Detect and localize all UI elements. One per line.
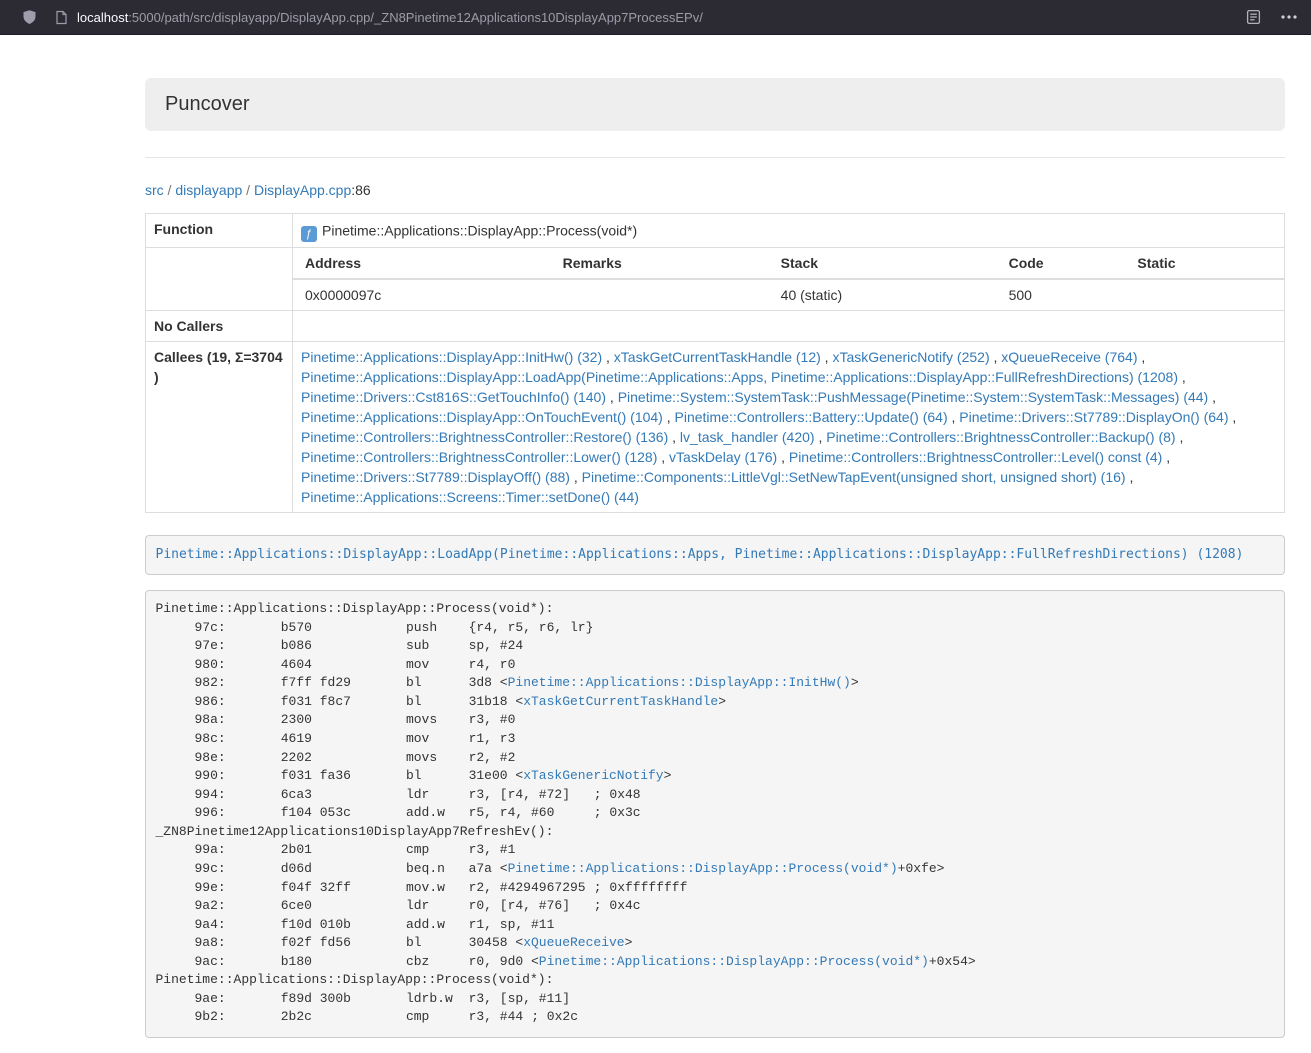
callees-label: Callees (19, Σ=3704 ) bbox=[146, 342, 293, 513]
callee-link[interactable]: lv_task_handler (420) bbox=[680, 429, 815, 445]
callee-link[interactable]: Pinetime::Applications::DisplayApp::Load… bbox=[301, 369, 1178, 385]
col-remarks: Remarks bbox=[551, 248, 769, 279]
callee-link[interactable]: Pinetime::Controllers::BrightnessControl… bbox=[301, 449, 657, 465]
url-path: :5000/path/src/displayapp/DisplayApp.cpp… bbox=[128, 10, 703, 25]
breadcrumb-link[interactable]: DisplayApp.cpp bbox=[254, 182, 351, 198]
metrics-row-spacer bbox=[146, 248, 293, 311]
breadcrumb-link[interactable]: src bbox=[145, 182, 164, 198]
function-table: Function ƒPinetime::Applications::Displa… bbox=[145, 213, 1285, 513]
cell-static bbox=[1125, 279, 1284, 310]
menu-icon[interactable] bbox=[1281, 15, 1297, 19]
metrics-header-row: Address Remarks Stack Code Static bbox=[293, 248, 1284, 279]
callee-link[interactable]: xTaskGetCurrentTaskHandle (12) bbox=[614, 349, 821, 365]
callee-link[interactable]: Pinetime::Applications::DisplayApp::Init… bbox=[301, 349, 602, 365]
callee-link[interactable]: Pinetime::Drivers::St7789::DisplayOff() … bbox=[301, 469, 570, 485]
symbol-link[interactable]: Pinetime::Applications::DisplayApp::Init… bbox=[508, 675, 851, 690]
callee-link[interactable]: xTaskGenericNotify (252) bbox=[832, 349, 989, 365]
page-icon[interactable] bbox=[55, 10, 68, 25]
breadcrumb: src / displayapp / DisplayApp.cpp:86 bbox=[145, 180, 1285, 200]
highlighted-symbol-link[interactable]: Pinetime::Applications::DisplayApp::Load… bbox=[156, 547, 1244, 562]
function-name: Pinetime::Applications::DisplayApp::Proc… bbox=[322, 222, 637, 238]
no-callers-cell bbox=[293, 311, 1285, 342]
no-callers-row: No Callers bbox=[146, 311, 1285, 342]
reader-mode-icon[interactable] bbox=[1246, 9, 1261, 25]
function-icon: ƒ bbox=[301, 226, 317, 242]
browser-chrome: localhost:5000/path/src/displayapp/Displ… bbox=[0, 0, 1311, 35]
symbol-link[interactable]: xTaskGetCurrentTaskHandle bbox=[523, 694, 718, 709]
url-bar[interactable]: localhost:5000/path/src/displayapp/Displ… bbox=[77, 10, 703, 25]
callee-link[interactable]: Pinetime::Drivers::St7789::DisplayOn() (… bbox=[959, 409, 1228, 425]
function-row: Function ƒ Pinetime::Applications::Displa… bbox=[146, 214, 1285, 248]
cell-remarks bbox=[551, 279, 769, 310]
callee-link[interactable]: Pinetime::Controllers::BrightnessControl… bbox=[301, 429, 668, 445]
callee-link[interactable]: Pinetime::Applications::Screens::Timer::… bbox=[301, 489, 639, 505]
shield-icon[interactable] bbox=[22, 9, 37, 25]
highlighted-symbol: Pinetime::Applications::DisplayApp::Load… bbox=[145, 535, 1285, 575]
no-callers-label: No Callers bbox=[146, 311, 293, 342]
callee-link[interactable]: Pinetime::Applications::DisplayApp::OnTo… bbox=[301, 409, 663, 425]
symbol-link[interactable]: xQueueReceive bbox=[523, 935, 624, 950]
callee-link[interactable]: Pinetime::Controllers::BrightnessControl… bbox=[789, 449, 1162, 465]
col-code: Code bbox=[997, 248, 1126, 279]
cell-stack: 40 (static) bbox=[769, 279, 997, 310]
callee-link[interactable]: Pinetime::Components::LittleVgl::SetNewT… bbox=[582, 469, 1126, 485]
col-stack: Stack bbox=[769, 248, 997, 279]
callee-link[interactable]: Pinetime::Controllers::Battery::Update()… bbox=[675, 409, 948, 425]
disassembly-code: Pinetime::Applications::DisplayApp::Proc… bbox=[156, 601, 976, 1024]
metrics-table: Address Remarks Stack Code Static 0x0000… bbox=[293, 248, 1284, 310]
callee-link[interactable]: xQueueReceive (764) bbox=[1001, 349, 1137, 365]
url-host: localhost bbox=[77, 10, 128, 25]
callee-link[interactable]: vTaskDelay (176) bbox=[669, 449, 777, 465]
col-static: Static bbox=[1125, 248, 1284, 279]
table-row: 0x0000097c 40 (static) 500 bbox=[293, 279, 1284, 310]
cell-address: 0x0000097c bbox=[293, 279, 551, 310]
col-address: Address bbox=[293, 248, 551, 279]
callee-link[interactable]: Pinetime::Controllers::BrightnessControl… bbox=[826, 429, 1175, 445]
metrics-row: Address Remarks Stack Code Static 0x0000… bbox=[146, 248, 1285, 311]
divider bbox=[145, 157, 1285, 158]
callees-row: Callees (19, Σ=3704 ) Pinetime::Applicat… bbox=[146, 342, 1285, 513]
page-container: Puncover src / displayapp / DisplayApp.c… bbox=[145, 78, 1285, 1038]
cell-code: 500 bbox=[997, 279, 1126, 310]
breadcrumb-link[interactable]: displayapp bbox=[175, 182, 242, 198]
symbol-link[interactable]: xTaskGenericNotify bbox=[523, 768, 663, 783]
callee-link[interactable]: Pinetime::Drivers::Cst816S::GetTouchInfo… bbox=[301, 389, 606, 405]
disassembly: Pinetime::Applications::DisplayApp::Proc… bbox=[145, 590, 1285, 1038]
symbol-link[interactable]: Pinetime::Applications::DisplayApp::Proc… bbox=[508, 861, 898, 876]
function-label: Function bbox=[146, 214, 293, 248]
symbol-link[interactable]: Pinetime::Applications::DisplayApp::Proc… bbox=[539, 954, 929, 969]
callees-list: Pinetime::Applications::DisplayApp::Init… bbox=[293, 342, 1285, 513]
app-header: Puncover bbox=[145, 78, 1285, 131]
page-title: Puncover bbox=[165, 93, 250, 115]
callee-link[interactable]: Pinetime::System::SystemTask::PushMessag… bbox=[618, 389, 1209, 405]
